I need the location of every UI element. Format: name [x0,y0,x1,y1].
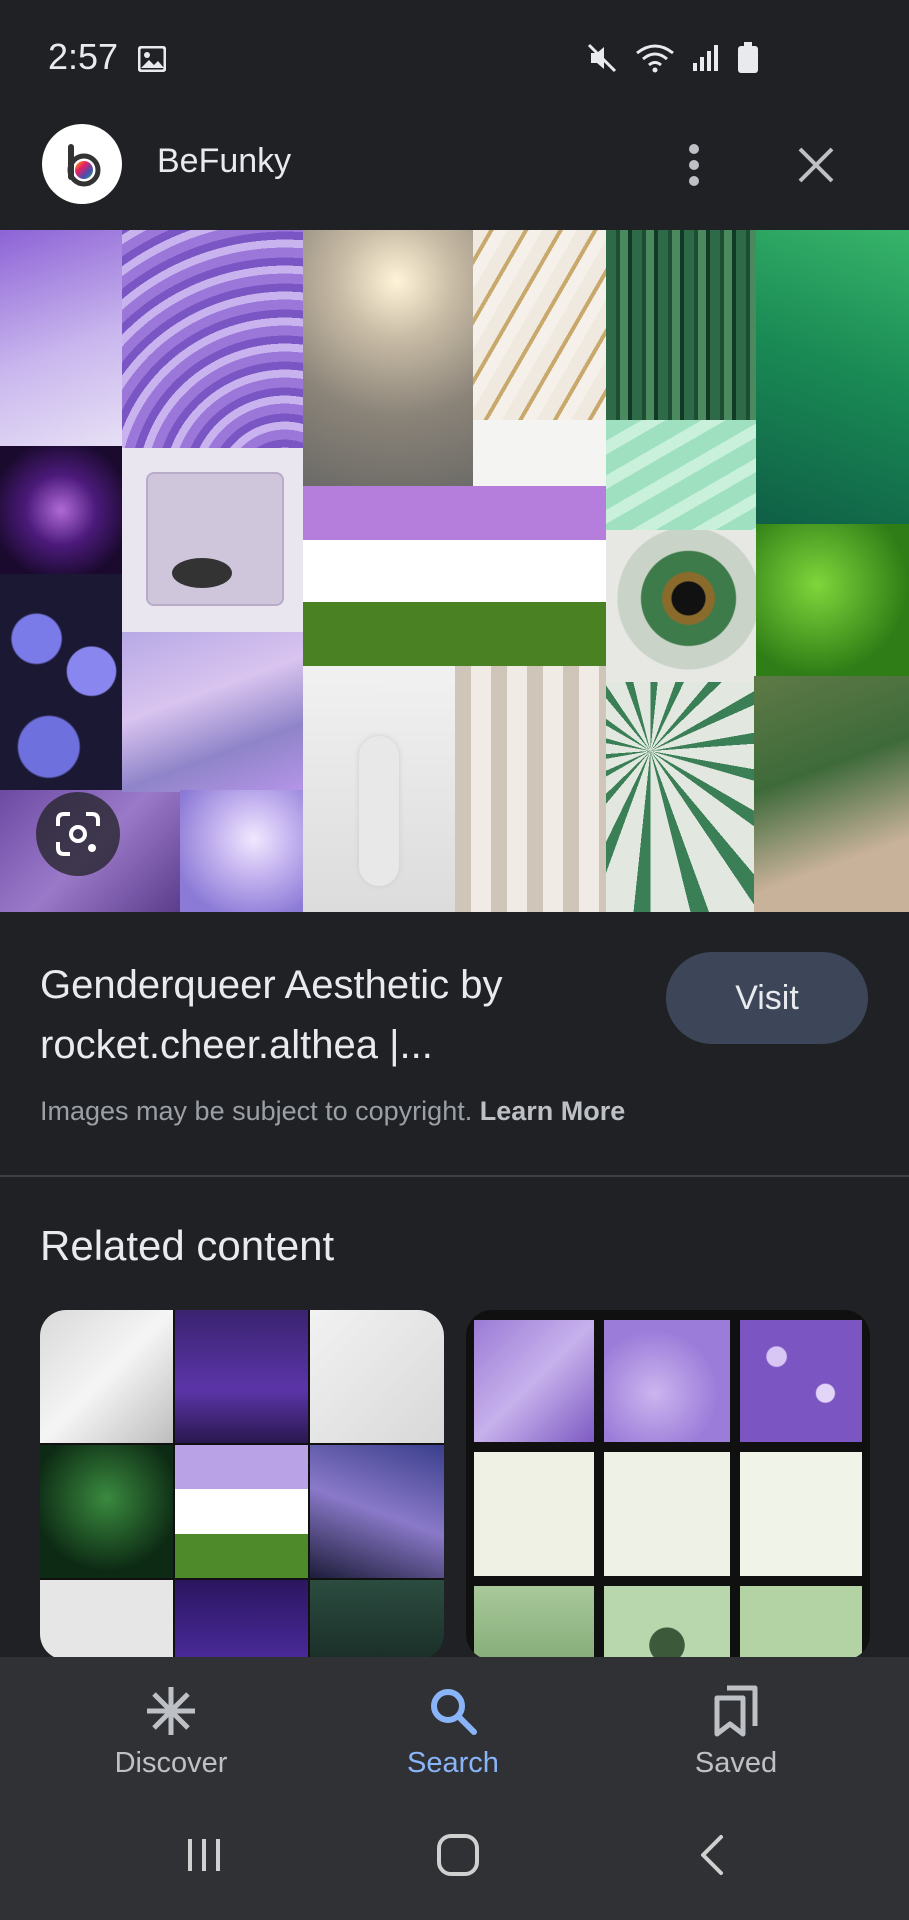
result-title[interactable]: Genderqueer Aesthetic by rocket.cheer.al… [40,955,600,1075]
related-thumb-cell [175,1310,308,1443]
nav-saved[interactable]: Saved [636,1657,836,1790]
visit-button[interactable]: Visit [666,952,868,1044]
related-thumb-cell [740,1320,862,1442]
status-time: 2:57 [48,36,119,77]
sky-clouds-image [303,230,473,486]
purple-watercolor-image [0,230,122,446]
related-thumb-cell [40,1445,173,1578]
system-navigation-bar [0,1790,909,1920]
app-name[interactable]: BeFunky [157,142,291,181]
back-icon [701,1835,723,1875]
image-notification-icon [137,45,167,73]
related-thumb-cell [474,1586,594,1660]
nav-saved-label: Saved [694,1747,778,1779]
home-button[interactable] [418,1830,498,1880]
related-thumb-cell [740,1452,862,1576]
recents-button[interactable] [164,1830,244,1880]
result-image[interactable] [0,230,909,912]
back-button[interactable] [672,1830,752,1880]
close-button[interactable] [786,130,846,200]
copyright-notice: Images may be subject to copyright. Lear… [40,1096,625,1127]
related-thumb-cell [740,1586,862,1660]
gold-marble-image [473,230,606,420]
white-violin-image [303,666,455,912]
related-thumb-cell [604,1586,730,1660]
purple-clouds-image [122,632,303,792]
close-icon [798,147,834,183]
record-player-image [122,448,303,632]
asterisk-icon [145,1683,197,1739]
mute-icon [587,43,619,73]
related-thumb-cell [474,1452,594,1576]
fairy-lights-image [0,446,122,574]
related-thumb-cell [604,1320,730,1442]
bookmarks-icon [713,1683,759,1739]
mint-candy-image [606,420,756,530]
purple-daisies-image [0,574,122,790]
betta-fish-image [180,790,303,912]
ferris-wheel-image [606,682,754,912]
angel-wings-image [473,420,606,486]
nav-discover-label: Discover [114,1747,228,1779]
more-vert-icon [689,144,699,186]
battery-icon [737,42,759,74]
lens-icon [56,812,100,856]
nav-discover[interactable]: Discover [71,1657,271,1790]
home-icon [437,1834,479,1876]
learn-more-link[interactable]: Learn More [480,1096,626,1126]
bottom-navigation: Discover Search Saved [0,1657,909,1790]
related-thumb-cell [310,1580,444,1660]
genderqueer-flag-image [303,486,606,666]
signal-icon [691,43,721,73]
green-paint-image [756,230,909,524]
related-flag-cell [175,1445,308,1578]
related-content-heading: Related content [40,1222,335,1269]
more-options-button[interactable] [668,130,720,200]
green-eye-image [606,530,756,682]
befunky-logo[interactable] [42,124,122,204]
related-thumb-cell [310,1310,444,1443]
recents-icon [188,1839,220,1871]
search-icon [428,1683,478,1739]
classical-columns-image [455,666,606,912]
header: BeFunky [0,100,909,230]
related-card[interactable] [466,1310,870,1660]
related-thumb-cell [40,1580,173,1660]
related-card[interactable] [40,1310,444,1660]
divider [0,1175,909,1177]
nav-search[interactable]: Search [353,1657,553,1790]
amethyst-geode-image [122,230,303,448]
green-books-image [606,230,756,420]
green-sneakers-image [754,676,909,912]
green-leaves-image [756,524,909,676]
nav-search-label: Search [407,1747,499,1779]
related-thumb-cell [474,1320,594,1442]
status-bar: 2:57 [0,0,909,100]
google-lens-button[interactable] [36,792,120,876]
copyright-text: Images may be subject to copyright. [40,1096,473,1126]
related-thumb-cell [604,1452,730,1576]
related-thumb-cell [40,1310,173,1443]
wifi-icon [635,43,675,73]
related-thumb-cell [175,1580,308,1660]
related-thumb-cell [310,1445,444,1578]
